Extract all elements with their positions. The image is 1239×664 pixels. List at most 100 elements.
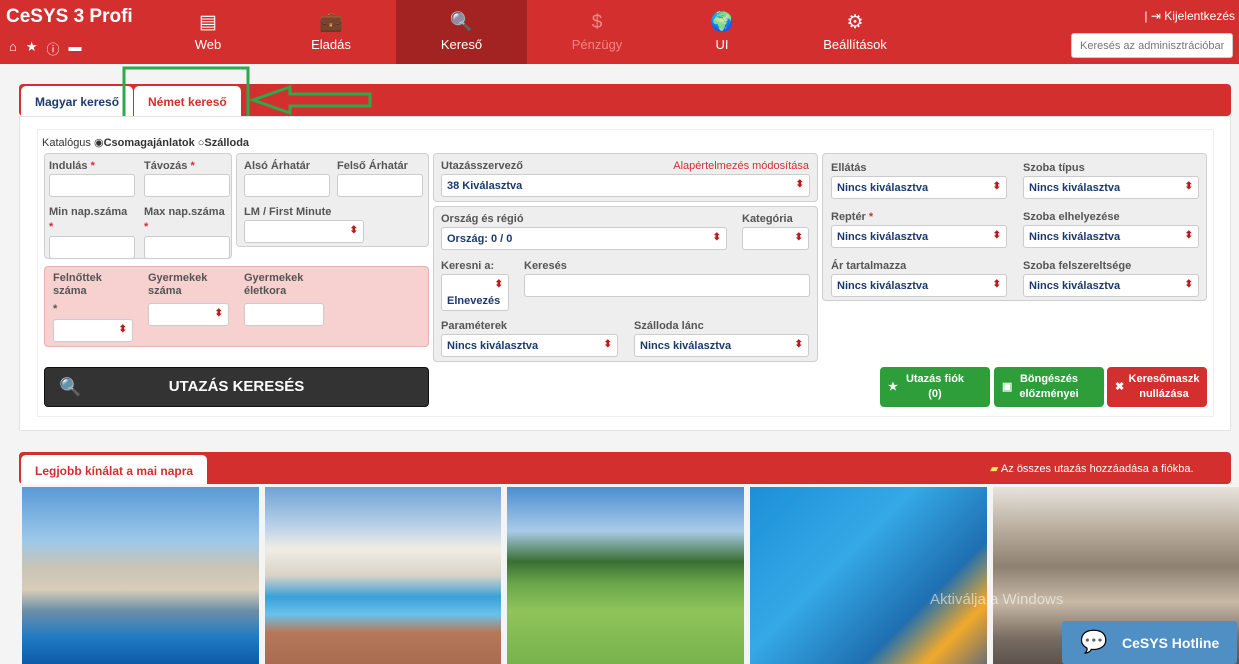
bongeszes-elozmenyei-button[interactable]: ▣ Böngészés előzményei bbox=[994, 367, 1104, 407]
top-navbar: CeSYS 3 Profi ⌂ ★ ⓘ ▬ ▤ Web 💼 Eladás 🔍 K… bbox=[0, 0, 1239, 64]
kereses-label: Keresés bbox=[524, 260, 567, 272]
brand-icons: ⌂ ★ ⓘ ▬ bbox=[9, 39, 82, 58]
szobatipus-label: Szoba típus bbox=[1023, 162, 1085, 174]
admin-search-input[interactable] bbox=[1071, 33, 1233, 58]
region-box: Ország és régió Kategória Ország: 0 / 0 … bbox=[433, 206, 818, 362]
parameterek-select[interactable]: Nincs kiválasztva bbox=[441, 334, 618, 357]
reset-mask-button[interactable]: ✖ Keresőmaszk nullázása bbox=[1107, 367, 1207, 407]
nav-ui[interactable]: 🌍 UI bbox=[657, 0, 787, 64]
max-nap-label: Max nap.száma bbox=[144, 206, 225, 218]
offer-image-1[interactable] bbox=[22, 487, 259, 664]
min-nap-label: Min nap.száma bbox=[49, 206, 128, 218]
nav-ui-label: UI bbox=[715, 37, 729, 52]
felnott-label: Felnőttek száma bbox=[53, 272, 102, 297]
close-icon: ✖ bbox=[1115, 381, 1125, 393]
chat-bubble-icon: 💬 bbox=[1080, 629, 1108, 654]
felso-arhatar-input[interactable] bbox=[337, 174, 423, 197]
felnott-select[interactable] bbox=[53, 319, 133, 342]
keresni-a-select[interactable]: Elnevezés bbox=[441, 274, 509, 311]
best-offers-title: Legjobb kínálat a mai napra bbox=[21, 455, 208, 484]
offer-image-4[interactable] bbox=[750, 487, 987, 664]
briefcase-icon: 💼 bbox=[319, 12, 343, 33]
lm-label: LM / First Minute bbox=[244, 206, 332, 218]
ar-tartalmazza-select[interactable]: Nincs kiválasztva bbox=[831, 274, 1007, 297]
globe-icon: 🌍 bbox=[710, 12, 734, 33]
web-icon: ▤ bbox=[199, 12, 217, 33]
ellatas-select[interactable]: Nincs kiválasztva bbox=[831, 176, 1007, 199]
nav-web[interactable]: ▤ Web bbox=[143, 0, 273, 64]
kategoria-select[interactable] bbox=[742, 227, 809, 250]
nav-beallitasok[interactable]: ⚙ Beállítások bbox=[790, 0, 920, 64]
logout-link[interactable]: | ⇥ Kijelentkezés bbox=[1144, 9, 1235, 23]
region-label: Ország és régió bbox=[441, 213, 524, 225]
elhelyezes-select[interactable]: Nincs kiválasztva bbox=[1023, 225, 1199, 248]
region-select[interactable]: Ország: 0 / 0 bbox=[441, 227, 727, 250]
organizer-box: Utazásszervező Alapértelmezés módosítása… bbox=[433, 153, 818, 202]
gyermekek-select[interactable] bbox=[148, 303, 229, 326]
lm-select[interactable] bbox=[244, 220, 364, 243]
min-nap-required: * bbox=[49, 221, 54, 233]
travel-search-label: UTAZÁS KERESÉS bbox=[168, 378, 305, 395]
ar-tartalmazza-label: Ár tartalmazza bbox=[831, 260, 907, 272]
eletkora-input[interactable] bbox=[244, 303, 324, 326]
catalog-row: Katalógus ◉Csomagajánlatok ○Szálloda bbox=[42, 136, 249, 149]
tavozas-input[interactable] bbox=[144, 174, 230, 197]
nav-beallitasok-label: Beállítások bbox=[823, 37, 887, 52]
cesys-hotline-button[interactable]: 💬 CeSYS Hotline bbox=[1062, 621, 1237, 664]
catalog-option-szalloda[interactable]: Szálloda bbox=[204, 137, 249, 149]
nav-penzugy[interactable]: $ Pénzügy bbox=[532, 0, 662, 64]
nav-web-label: Web bbox=[194, 37, 222, 52]
catalog-label: Katalógus bbox=[42, 137, 91, 149]
logout-icon: ⇥ bbox=[1150, 9, 1161, 23]
home-icon[interactable]: ⌂ bbox=[9, 39, 17, 58]
lanc-select[interactable]: Nincs kiválasztva bbox=[634, 334, 809, 357]
lanc-label: Szálloda lánc bbox=[634, 320, 704, 332]
price-box: Alsó Árhatár Felső Árhatár LM / First Mi… bbox=[236, 153, 429, 247]
search-icon: 🔍 bbox=[449, 12, 474, 33]
star-icon[interactable]: ★ bbox=[26, 39, 38, 58]
organizer-select[interactable]: 38 Kiválasztva bbox=[441, 174, 810, 197]
eletkora-label: Gyermekek életkora bbox=[244, 272, 304, 297]
max-nap-input[interactable] bbox=[144, 236, 230, 259]
parameterek-label: Paraméterek bbox=[441, 320, 508, 332]
elhelyezes-label: Szoba elhelyezése bbox=[1023, 211, 1120, 223]
keresni-a-label: Keresni a: bbox=[441, 260, 495, 272]
felszereltseg-label: Szoba felszereltsége bbox=[1023, 260, 1132, 272]
also-arhatar-input[interactable] bbox=[244, 174, 330, 197]
felszereltseg-select[interactable]: Nincs kiválasztva bbox=[1023, 274, 1199, 297]
nav-eladas[interactable]: 💼 Eladás bbox=[266, 0, 396, 64]
star-icon: ★ bbox=[888, 381, 898, 393]
travel-search-button[interactable]: 🔍 UTAZÁS KERESÉS bbox=[44, 367, 429, 407]
windows-watermark: Aktiválja a Windows bbox=[930, 591, 1064, 608]
default-change-link[interactable]: Alapértelmezés módosítása bbox=[673, 160, 809, 172]
nav-kereso[interactable]: 🔍 Kereső bbox=[396, 0, 527, 64]
brand-title[interactable]: CeSYS 3 Profi bbox=[6, 6, 133, 28]
info-icon[interactable]: ⓘ bbox=[47, 39, 60, 58]
kereses-input[interactable] bbox=[524, 274, 810, 297]
nav-eladas-label: Eladás bbox=[311, 37, 351, 52]
hotline-label: CeSYS Hotline bbox=[1122, 635, 1220, 651]
nav-penzugy-label: Pénzügy bbox=[571, 37, 623, 52]
kategoria-label: Kategória bbox=[742, 213, 793, 225]
min-nap-input[interactable] bbox=[49, 236, 135, 259]
radio-csomag[interactable]: ◉ bbox=[94, 137, 104, 149]
tab-magyar-kereso[interactable]: Magyar kereső bbox=[21, 86, 134, 117]
add-all-link[interactable]: ▰ Az összes utazás hozzáadása a fiókba. bbox=[990, 462, 1194, 475]
szobatipus-select[interactable]: Nincs kiválasztva bbox=[1023, 176, 1199, 199]
persons-box: Felnőttek száma * Gyermekek száma Gyerme… bbox=[44, 266, 429, 347]
indulas-input[interactable] bbox=[49, 174, 135, 197]
offer-image-2[interactable] bbox=[265, 487, 501, 664]
dollar-icon: $ bbox=[591, 12, 603, 33]
max-nap-required: * bbox=[144, 221, 149, 233]
utazas-fiok-button[interactable]: ★ Utazás fiók (0) bbox=[880, 367, 990, 407]
felso-arhatar-label: Felső Árhatár bbox=[337, 160, 408, 172]
also-arhatar-label: Alsó Árhatár bbox=[244, 160, 311, 172]
felnott-required: * bbox=[53, 303, 58, 315]
repter-select[interactable]: Nincs kiválasztva bbox=[831, 225, 1007, 248]
chat-icon[interactable]: ▬ bbox=[69, 39, 82, 58]
offer-image-3[interactable] bbox=[507, 487, 744, 664]
organizer-label: Utazásszervező bbox=[441, 160, 523, 172]
gear-icon: ⚙ bbox=[846, 12, 864, 33]
catalog-option-csomag[interactable]: Csomagajánlatok bbox=[104, 137, 195, 149]
null-line2: nullázása bbox=[1139, 388, 1189, 400]
